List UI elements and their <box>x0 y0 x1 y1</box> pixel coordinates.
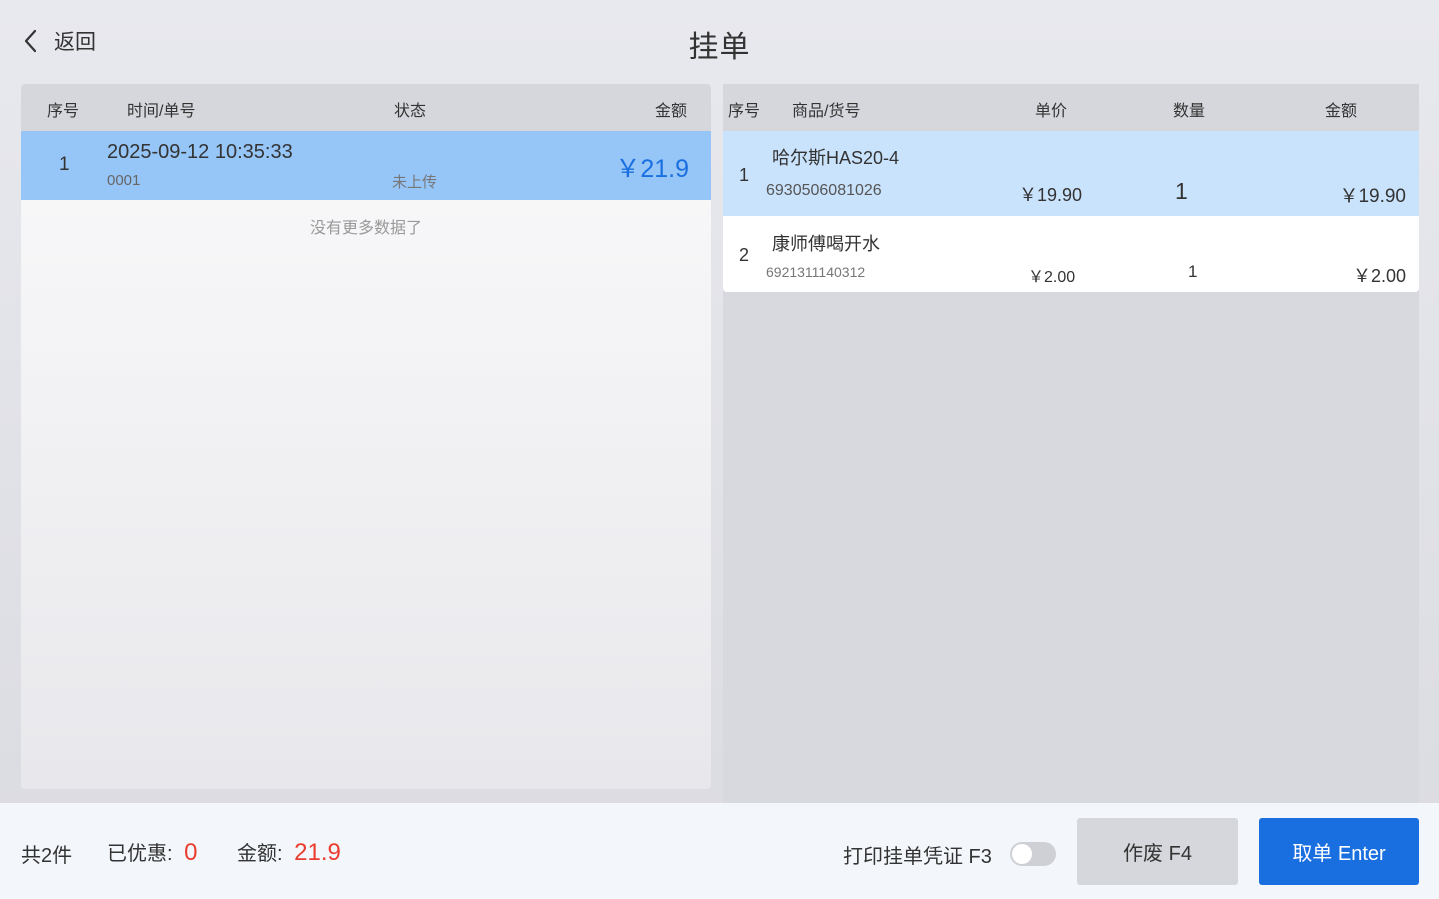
item-code: 6930506081026 <box>766 182 882 199</box>
order-status: 未上传 <box>392 174 438 191</box>
item-index: 2 <box>739 245 750 265</box>
print-receipt-label: 打印挂单凭证 F3 <box>843 846 992 868</box>
void-button[interactable]: 作废 F4 <box>1077 818 1238 885</box>
col-quantity: 数量 <box>1173 103 1206 120</box>
item-row[interactable]: 2 康师傅喝开水 6921311140312 ￥2.00 1 ￥2.00 <box>723 216 1419 292</box>
item-name: 康师傅喝开水 <box>772 234 880 254</box>
order-time: 2025-09-12 10:35:33 <box>107 141 293 163</box>
amount-summary: 金额: 21.9 <box>237 837 341 867</box>
col-product: 商品/货号 <box>792 103 861 120</box>
item-amount: ￥19.90 <box>1339 186 1406 207</box>
item-quantity: 1 <box>1188 262 1198 281</box>
no-more-data: 没有更多数据了 <box>309 220 422 237</box>
orders-table-header: 序号 时间/单号 状态 金额 <box>21 84 711 131</box>
order-items-panel: 序号 商品/货号 单价 数量 金额 1 哈尔斯HAS20-4 693050608… <box>723 84 1419 803</box>
order-index: 1 <box>59 154 70 175</box>
order-row[interactable]: 1 2025-09-12 10:35:33 0001 未上传 ￥21.9 <box>21 131 711 200</box>
col-time-number: 时间/单号 <box>127 103 196 120</box>
discount-label: 已优惠: <box>107 843 173 865</box>
item-quantity: 1 <box>1175 178 1188 204</box>
item-unit-price: ￥19.90 <box>1019 185 1083 205</box>
take-order-button[interactable]: 取单 Enter <box>1259 818 1419 885</box>
amount-value: 21.9 <box>294 839 341 866</box>
item-index: 1 <box>739 165 750 185</box>
footer-bar: 共2件 已优惠: 0 金额: 21.9 打印挂单凭证 F3 作废 F4 取单 E… <box>0 803 1439 899</box>
order-number: 0001 <box>107 172 141 189</box>
total-count: 共2件 <box>21 845 73 867</box>
item-unit-price: ￥2.00 <box>1028 269 1076 286</box>
item-row[interactable]: 1 哈尔斯HAS20-4 6930506081026 ￥19.90 1 ￥19.… <box>723 131 1419 216</box>
item-amount: ￥2.00 <box>1352 266 1406 286</box>
order-amount: ￥21.9 <box>615 155 689 183</box>
item-code: 6921311140312 <box>766 264 866 280</box>
amount-label: 金额: <box>237 843 283 865</box>
col-amount: 金额 <box>1325 103 1358 120</box>
discount-value: 0 <box>184 839 198 866</box>
col-unit-price: 单价 <box>1035 103 1068 120</box>
col-index: 序号 <box>47 103 80 120</box>
discount-summary: 已优惠: 0 <box>107 837 197 867</box>
print-receipt-toggle[interactable] <box>1010 842 1056 866</box>
held-orders-panel: 序号 时间/单号 状态 金额 1 2025-09-12 10:35:33 000… <box>21 84 711 789</box>
item-name: 哈尔斯HAS20-4 <box>772 148 900 168</box>
col-status: 状态 <box>394 103 427 120</box>
col-amount: 金额 <box>655 103 688 120</box>
page-title: 挂单 <box>688 31 751 64</box>
header: 返回 挂单 <box>0 0 1439 84</box>
toggle-knob <box>1012 844 1032 864</box>
col-index: 序号 <box>728 103 761 120</box>
items-table-header: 序号 商品/货号 单价 数量 金额 <box>723 84 1419 131</box>
